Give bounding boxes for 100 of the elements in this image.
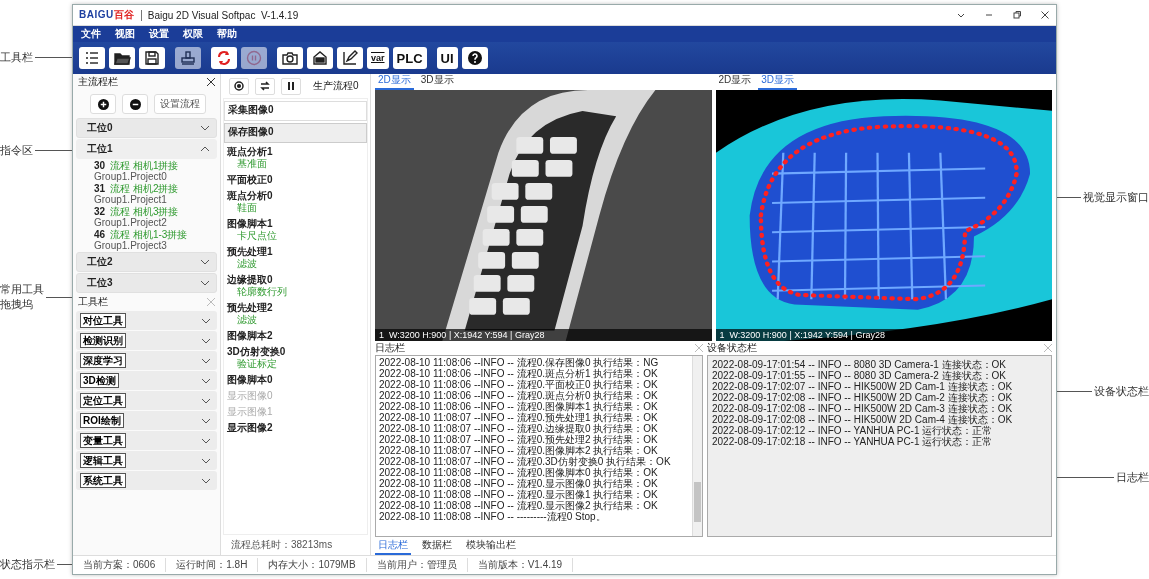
step-name[interactable]: 3D仿射变换0 bbox=[227, 346, 364, 358]
flow-name[interactable]: 流程 相机3拼接 bbox=[110, 206, 179, 217]
flow-number: 31 bbox=[94, 183, 106, 194]
process-step[interactable]: 边缘提取0 轮廓数行列 bbox=[224, 273, 367, 299]
tool-group-header[interactable]: 系统工具 bbox=[76, 471, 217, 490]
help-button[interactable] bbox=[461, 47, 488, 69]
scrollbar[interactable] bbox=[692, 356, 702, 536]
close-icon[interactable] bbox=[1040, 10, 1050, 20]
setup-flow-button[interactable]: 设置流程 bbox=[154, 94, 206, 114]
view-button[interactable] bbox=[229, 77, 249, 95]
menu-item[interactable]: 权限 bbox=[183, 27, 203, 41]
step-name[interactable]: 图像脚本1 bbox=[227, 218, 364, 230]
step-note: 卡尺点位 bbox=[236, 230, 278, 242]
process-step[interactable]: 斑点分析1 基准面 bbox=[224, 145, 367, 171]
view-tab[interactable]: 2D显示 bbox=[715, 74, 755, 90]
chevron-down-icon bbox=[201, 417, 211, 424]
folder-button[interactable] bbox=[109, 47, 135, 69]
flow-name[interactable]: 流程 相机1-3拼接 bbox=[110, 229, 188, 240]
tool-group-header[interactable]: 定位工具 bbox=[76, 391, 217, 410]
flow-number: 30 bbox=[94, 160, 106, 171]
minus-icon bbox=[129, 98, 141, 110]
tool-group-header[interactable]: 深度学习 bbox=[76, 351, 217, 370]
view-tab[interactable]: 3D显示 bbox=[417, 74, 457, 90]
status-line: 2022-08-09-17:02:18 -- INFO -- YANHUA PC-1 运行状态：正常 bbox=[712, 436, 994, 447]
chevron-down-icon bbox=[201, 477, 211, 484]
log-line: 2022-08-10 11:08:06 --INFO -- 流程0.保存图像0 执行结果：NG bbox=[379, 357, 660, 368]
step-name[interactable]: 边缘提取0 bbox=[227, 274, 364, 286]
menu-item[interactable]: 设置 bbox=[149, 27, 169, 41]
flow-number: 46 bbox=[94, 229, 106, 240]
eye-icon bbox=[234, 81, 244, 91]
tool-group-header[interactable]: 变量工具 bbox=[76, 431, 217, 450]
menu-item[interactable]: 文件 bbox=[81, 27, 101, 41]
process-step[interactable]: 预先处理1 滤波 bbox=[224, 245, 367, 271]
close-icon[interactable] bbox=[207, 78, 215, 86]
station-header[interactable]: 工位1 bbox=[76, 139, 217, 159]
chevron-down-icon bbox=[201, 357, 211, 364]
leader-line bbox=[1057, 477, 1114, 478]
device-button[interactable] bbox=[307, 47, 333, 69]
step-name[interactable]: 预先处理2 bbox=[227, 302, 364, 314]
remove-button[interactable] bbox=[122, 94, 148, 114]
leader-line bbox=[1057, 197, 1081, 198]
pause-button[interactable] bbox=[281, 77, 301, 95]
edit-button[interactable] bbox=[337, 47, 363, 69]
step-name[interactable]: 斑点分析0 bbox=[227, 190, 364, 202]
sync-button[interactable] bbox=[211, 47, 237, 69]
station-header[interactable]: 工位2 bbox=[76, 252, 217, 272]
swap-button[interactable] bbox=[255, 77, 275, 95]
process-step[interactable]: 采集图像0 bbox=[224, 101, 367, 121]
process-step[interactable]: 图像脚本1 卡尺点位 bbox=[224, 217, 367, 243]
tool-group-header[interactable]: 3D检测 bbox=[76, 371, 217, 390]
tool-group-header[interactable]: ROI绘制 bbox=[76, 411, 217, 430]
plus-icon bbox=[97, 98, 109, 110]
tool-group-header[interactable]: 逻辑工具 bbox=[76, 451, 217, 470]
chevron-up-icon bbox=[200, 146, 210, 152]
step-name[interactable]: 保存图像0 bbox=[228, 126, 363, 138]
tool-group-header[interactable]: 检测识别 bbox=[76, 331, 217, 350]
callout-label: 拖拽坞 bbox=[0, 297, 34, 312]
pause-icon bbox=[286, 81, 296, 91]
add-button[interactable] bbox=[90, 94, 116, 114]
list-button[interactable] bbox=[79, 47, 105, 69]
process-step[interactable]: 保存图像0 bbox=[224, 123, 367, 143]
step-note: 鞋面 bbox=[236, 202, 258, 214]
toolbar-button[interactable]: var bbox=[367, 47, 389, 69]
process-step[interactable]: 预先处理2 滤波 bbox=[224, 301, 367, 327]
status-text: 当前版本：V1.4.19 bbox=[467, 558, 574, 572]
station-header[interactable]: 工位0 bbox=[76, 118, 217, 138]
callout-label: 指令区 bbox=[0, 143, 33, 158]
restore-icon[interactable] bbox=[1012, 10, 1022, 20]
toolbar-button[interactable]: UI bbox=[436, 47, 458, 69]
tool-group-header[interactable]: 对位工具 bbox=[76, 311, 217, 330]
step-name[interactable]: 预先处理1 bbox=[227, 246, 364, 258]
chevron-down-icon bbox=[201, 457, 211, 464]
step-note: 滤波 bbox=[236, 258, 258, 270]
process-step[interactable]: 3D仿射变换0 验证标定 bbox=[224, 345, 367, 371]
station-header[interactable]: 工位3 bbox=[76, 273, 217, 293]
menu-item[interactable]: 帮助 bbox=[217, 27, 237, 41]
callout-label: 日志栏 bbox=[1116, 470, 1149, 485]
log-line: 2022-08-10 11:08:08 --INFO -- 流程0.显示图像0 执行结果：OK bbox=[379, 478, 659, 489]
flow-name[interactable]: 流程 相机2拼接 bbox=[110, 183, 179, 194]
chevron-down-icon bbox=[201, 337, 211, 344]
log-line: 2022-08-10 11:08:07 --INFO -- 流程0.预先处理1 执行结果：OK bbox=[379, 412, 659, 423]
flow-name[interactable]: 流程 相机1拼接 bbox=[110, 160, 179, 171]
window-title: Baigu 2D Visual Softpac V-1.4.19 bbox=[140, 9, 299, 21]
process-step[interactable]: 斑点分析0 鞋面 bbox=[224, 189, 367, 215]
panel-tab[interactable]: 数据栏 bbox=[419, 537, 455, 555]
leader-line bbox=[1057, 391, 1092, 392]
chevron-down-icon bbox=[200, 259, 210, 265]
callout-label: 视觉显示窗口 bbox=[1083, 190, 1149, 205]
toolbar-button[interactable]: PLC bbox=[392, 47, 427, 69]
panel-tab[interactable]: 模块输出栏 bbox=[463, 537, 519, 555]
menu-item[interactable]: 视图 bbox=[115, 27, 135, 41]
camera-button[interactable] bbox=[277, 47, 303, 69]
step-name[interactable]: 采集图像0 bbox=[228, 104, 363, 116]
step-name[interactable]: 斑点分析1 bbox=[227, 146, 364, 158]
project-name: Group1.Project1 bbox=[94, 194, 168, 205]
log-line: 2022-08-10 11:08:07 --INFO -- 流程0.边缘提取0 执行结果：OK bbox=[379, 423, 659, 434]
panel-tab[interactable]: 日志栏 bbox=[375, 537, 411, 555]
panel-title: 工具栏 bbox=[78, 295, 108, 309]
panel-title: 日志栏 bbox=[375, 341, 405, 355]
save-button[interactable] bbox=[139, 47, 165, 69]
